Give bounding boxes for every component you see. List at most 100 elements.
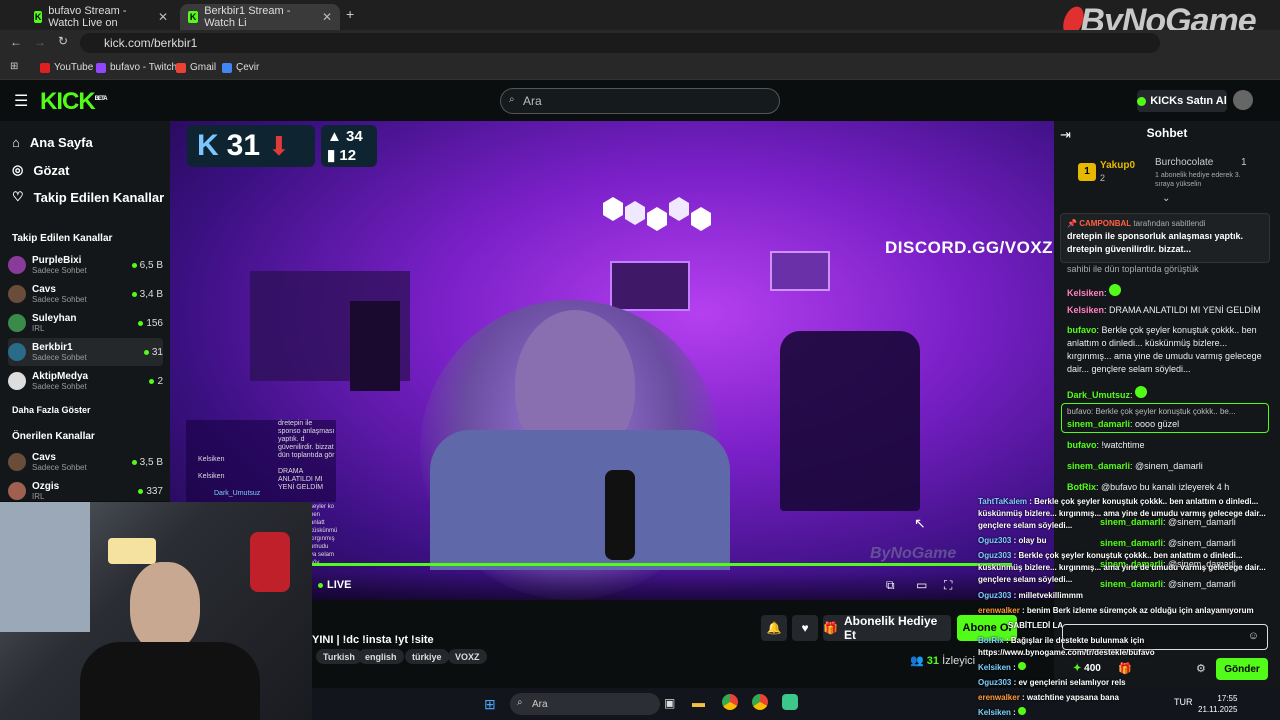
chat-username[interactable]: Dark_Umutsuz (1067, 390, 1130, 400)
recommended-channel[interactable]: Cavs Sadece Sohbet 3,5 B (8, 448, 163, 476)
bookmark-youtube[interactable]: YouTube (40, 62, 93, 73)
bookmark-gmail[interactable]: Gmail (176, 62, 216, 73)
channel-name: AktipMedya (32, 371, 89, 382)
user-avatar[interactable] (1233, 90, 1253, 110)
chat-title: Sohbet (1146, 126, 1188, 140)
follow-heart-icon[interactable]: ♥ (792, 615, 818, 641)
rank-badge-icon: 1 (1078, 163, 1096, 181)
overlay-chat-line: Kelsiken : (978, 707, 1027, 718)
back-icon[interactable]: ← (10, 35, 22, 49)
nav-label: Gözat (33, 162, 70, 178)
followed-channel[interactable]: PurpleBixi Sadece Sohbet 6,5 B (8, 251, 163, 279)
person-head (130, 562, 200, 652)
channel-category: Sadece Sohbet (32, 463, 87, 472)
fullscreen-icon[interactable]: ⛶ (944, 578, 952, 593)
pinned-message[interactable]: 📌 CAMPONBAL tarafından sabitlendi dretep… (1060, 213, 1270, 263)
recommended-channel[interactable]: Ozgis IRL 337 (8, 477, 163, 505)
recommended-heading: Önerilen Kanallar (12, 431, 95, 442)
chat-username[interactable]: Kelsiken (1067, 305, 1104, 315)
browser-tab-active[interactable]: K Berkbir1 Stream - Watch Li ✕ (180, 4, 340, 30)
language-indicator[interactable]: TUR (1174, 697, 1193, 707)
send-button[interactable]: Gönder (1216, 658, 1268, 680)
new-tab-icon[interactable]: + (346, 6, 354, 22)
stream-tag[interactable]: VOXZ (448, 649, 487, 664)
kick-favicon-icon: K (188, 11, 199, 23)
browser-tab[interactable]: K bufavo Stream - Watch Live on ✕ (26, 4, 176, 30)
stream-tag[interactable]: Turkish (316, 649, 362, 664)
viewer-count: 31 (151, 346, 163, 358)
bookmark-twitch[interactable]: bufavo - Twitch (96, 62, 177, 73)
expand-icon[interactable]: ⌄ (1162, 193, 1170, 204)
pip-icon[interactable]: ⧉ (886, 578, 895, 593)
microphone (605, 470, 635, 560)
windows-start-icon[interactable]: ⊞ (484, 696, 496, 713)
forward-icon[interactable]: → (34, 35, 46, 49)
avatar (8, 256, 26, 274)
gift-subscription-button[interactable]: 🎁 Abonelik Hediye Et (823, 614, 951, 642)
avatar (8, 343, 26, 361)
live-dot-icon (131, 291, 137, 297)
close-tab-icon[interactable]: ✕ (322, 10, 332, 24)
chat-username[interactable]: sinem_damarli (1067, 419, 1130, 429)
task-view-icon[interactable]: ▣ (664, 696, 675, 710)
overlay-chat-line: erenwalker : watchtine yapsana bana (978, 693, 1119, 702)
chat-username[interactable]: BotRix (1067, 482, 1096, 492)
viewer-number: 31 (926, 655, 940, 667)
chair (780, 331, 920, 511)
nav-following[interactable]: ♡ Takip Edilen Kanallar (12, 189, 164, 205)
bookmarks-bar: ⊞ YouTube bufavo - Twitch Gmail Çevir (0, 56, 1280, 80)
points-display[interactable]: ✦ 400 (1073, 663, 1101, 674)
chrome-icon[interactable] (722, 694, 738, 710)
chat-username[interactable]: sinem_damarli (1100, 538, 1163, 548)
taskbar-search[interactable]: ⌕ Ara (510, 693, 660, 715)
overlay-chat-line: Oguz303 : Berkle çok şeyler konuştuk çok… (978, 551, 1243, 560)
overlay-stat: ▮ 12 (327, 147, 357, 164)
stream-tag[interactable]: english (358, 649, 404, 664)
nav-home[interactable]: ⌂ Ana Sayfa (12, 135, 93, 150)
chat-username[interactable]: bufavo (1067, 325, 1097, 335)
followed-channel[interactable]: Cavs Sadece Sohbet 3,4 B (8, 280, 163, 308)
bookmark-translate[interactable]: Çevir (222, 62, 259, 73)
overlay-chat-fragment: şeyler ko ben anlatt küskünmü kırgınmış … (310, 504, 338, 566)
kicks-buy-button[interactable]: KICKs Satın Al (1137, 90, 1227, 112)
followed-channel[interactable]: Suleyhan IRL 156 (8, 309, 163, 337)
chat-username[interactable]: sinem_damarli (1067, 461, 1130, 471)
chat-text: Berkle çok şeyler konuştuk çokkk.. ben a… (1067, 325, 1262, 374)
followed-channel[interactable]: AktipMedya Sadece Sohbet 2 (8, 367, 163, 395)
stream-tag[interactable]: türkiye (405, 649, 449, 664)
emoji-icon[interactable]: ☺ (1248, 630, 1259, 642)
nav-browse[interactable]: ◎ Gözat (12, 162, 69, 178)
compass-icon: ◎ (12, 162, 24, 177)
theater-icon[interactable]: ▭ (916, 578, 927, 592)
chat-username[interactable]: sinem_damarli (1100, 579, 1163, 589)
chrome-icon[interactable] (752, 694, 768, 710)
channel-name: Ozgis (32, 481, 60, 492)
followed-channel-active[interactable]: Berkbir1 Sadece Sohbet 31 (8, 338, 163, 366)
overlay-chat-user: Kelsiken (198, 456, 225, 463)
chat-username[interactable]: bufavo (1067, 440, 1097, 450)
overlay-stat: ▲ 34 (327, 128, 363, 145)
settings-gear-icon[interactable]: ⚙ (1196, 662, 1206, 675)
kick-logo[interactable]: KICKBETA (40, 88, 108, 116)
taskbar-search-placeholder: Ara (532, 698, 548, 710)
points-icon: ✦ (1073, 663, 1082, 674)
system-clock[interactable]: 17:55 21.11.2025 (1198, 693, 1237, 715)
file-explorer-icon[interactable]: ▬ (692, 695, 705, 710)
apps-grid-icon[interactable]: ⊞ (10, 61, 18, 72)
viewers-icon: 👥 (910, 655, 924, 667)
close-tab-icon[interactable]: ✕ (158, 10, 168, 24)
gift-icon[interactable]: 🎁 (1118, 662, 1132, 675)
app-icon[interactable] (782, 694, 798, 710)
notification-bell-icon[interactable]: 🔔 (761, 615, 787, 641)
hamburger-menu-icon[interactable]: ☰ (14, 91, 28, 111)
reload-icon[interactable]: ↻ (58, 34, 68, 48)
channel-category: Sadece Sohbet (32, 353, 87, 362)
hexagon-lights (593, 193, 713, 243)
sidebar: ⌂ Ana Sayfa ◎ Gözat ♡ Takip Edilen Kanallar… (0, 121, 170, 501)
url-field[interactable]: kick.com/berkbir1 (80, 33, 1160, 53)
show-more-link[interactable]: Daha Fazla Göster (12, 405, 91, 415)
microphone (250, 532, 290, 592)
chat-username[interactable]: Kelsiken (1067, 288, 1104, 298)
search-input[interactable]: ⌕ Ara (500, 88, 780, 114)
overlay-chat-text: DRAMA ANLATILDI MI YENİ GELDİM (278, 468, 324, 491)
